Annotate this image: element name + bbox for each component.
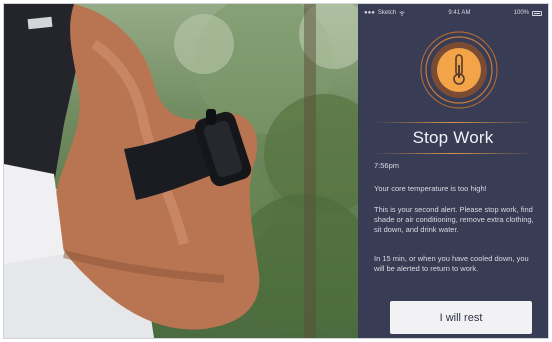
product-photo	[4, 4, 358, 338]
status-time: 9:41 AM	[448, 10, 471, 16]
carrier-label: Sketch	[377, 10, 397, 16]
title-divider-top	[372, 122, 534, 123]
status-right: 100%	[514, 10, 542, 16]
alert-time: 7:56pm	[374, 161, 400, 170]
i-will-rest-button[interactable]: I will rest	[390, 301, 532, 334]
alert-message-warning: Your core temperature is too high!	[374, 184, 487, 193]
title-divider-bottom	[372, 153, 534, 154]
app-frame: ●●● Sketch 9:41 AM 100% Stop Work 7:56pm…	[3, 3, 549, 339]
battery-icon	[532, 10, 542, 16]
wifi-icon	[399, 10, 405, 16]
alert-message-instructions: This is your second alert. Please stop w…	[374, 205, 534, 234]
athlete-armband-illustration	[4, 4, 358, 338]
alert-message-followup: In 15 min, or when you have cooled down,…	[374, 254, 529, 273]
alert-title: Stop Work	[412, 128, 494, 147]
signal-icon: ●●●	[364, 10, 375, 16]
phone-screen: ●●● Sketch 9:41 AM 100% Stop Work 7:56pm…	[358, 4, 548, 338]
thermometer-icon	[420, 31, 498, 109]
battery-percent: 100%	[513, 10, 529, 16]
status-bar: ●●● Sketch 9:41 AM 100%	[358, 4, 548, 22]
status-left: ●●● Sketch	[364, 10, 405, 16]
